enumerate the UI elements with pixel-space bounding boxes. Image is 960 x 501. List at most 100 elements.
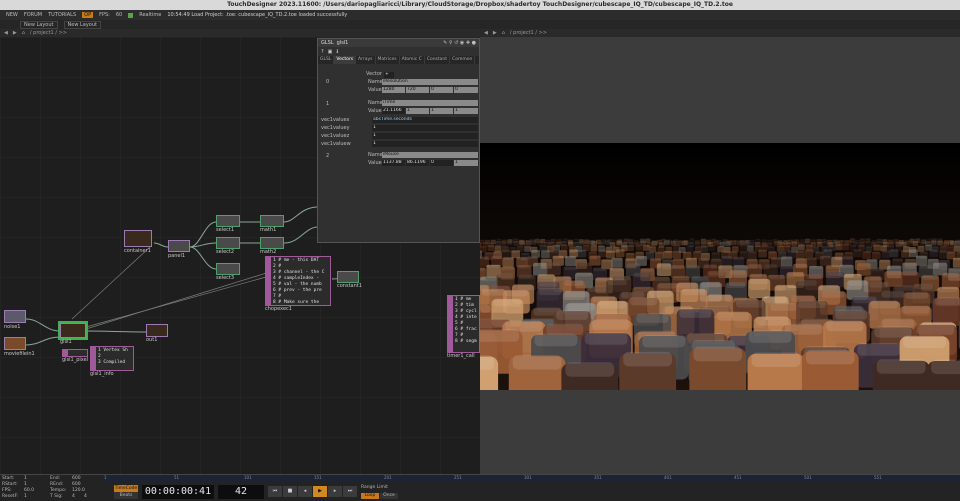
beats-toggle[interactable]: Beats: [114, 492, 138, 499]
vector-add-button[interactable]: +: [384, 72, 394, 78]
home-icon[interactable]: ⌂: [502, 30, 505, 36]
new-layout-button-2[interactable]: New Layout: [63, 20, 101, 29]
vec1valuew-field[interactable]: 1: [372, 141, 478, 147]
rewind-button[interactable]: ⏮: [268, 486, 282, 497]
cube-top: [805, 349, 855, 365]
loop-button[interactable]: Loop: [361, 493, 379, 499]
cube-top: [546, 240, 550, 241]
home-icon[interactable]: ⌂: [22, 30, 25, 36]
left-pane-path[interactable]: / project1 / >>: [30, 30, 67, 36]
cube-top: [622, 242, 628, 244]
tempo-value[interactable]: 120.0: [72, 488, 85, 493]
tab-vectors[interactable]: Vectors: [334, 56, 357, 64]
tab-atomic[interactable]: Atomic C: [400, 56, 425, 64]
cube-top: [556, 310, 589, 320]
vec1valuez-field[interactable]: 1: [372, 133, 478, 139]
help-icon[interactable]: ?: [321, 49, 324, 55]
forward-icon[interactable]: ▶: [13, 30, 17, 36]
menu-forum[interactable]: FORUM: [24, 12, 42, 18]
cube-top: [835, 244, 842, 246]
realtime-checkbox[interactable]: [128, 12, 134, 18]
v2-value-x[interactable]: 1137.88: [382, 160, 405, 166]
start-value[interactable]: 1: [24, 476, 27, 481]
frame-display[interactable]: 42: [218, 485, 264, 499]
cube-top: [664, 250, 672, 254]
vec1valuey-field[interactable]: 1: [372, 125, 478, 131]
tab-matrices[interactable]: Matrices: [376, 56, 400, 64]
ruler-tick: 501: [804, 475, 812, 480]
fps-value-timeline[interactable]: 60.0: [24, 488, 34, 493]
cube-top: [628, 242, 634, 244]
cube-top: [495, 240, 501, 243]
v0-value-w[interactable]: 0: [454, 87, 478, 93]
cube-top: [932, 246, 939, 249]
cube-top: [725, 241, 731, 243]
op-badge[interactable]: OP: [82, 12, 94, 18]
tsig-value[interactable]: 4: [72, 494, 75, 499]
menu-new[interactable]: NEW: [6, 12, 18, 18]
fast-forward-button[interactable]: ⏭: [343, 486, 357, 497]
tab-common[interactable]: Common: [450, 56, 476, 64]
step-back-button[interactable]: ◂: [298, 486, 312, 497]
play-button[interactable]: ▶: [313, 486, 327, 497]
cube-top: [747, 245, 754, 248]
cubescape-render[interactable]: [480, 143, 960, 390]
op-name[interactable]: glsl1: [337, 40, 349, 46]
tab-arrays[interactable]: Arrays: [356, 56, 376, 64]
cube-top: [806, 239, 810, 240]
cube-top: [679, 246, 686, 249]
cube-top: [733, 256, 744, 260]
v1-value-x[interactable]: 21.1166: [382, 108, 405, 114]
parameter-window[interactable]: GLSL glsl1 ✎ ⚲ ↺ ◉ ✚ ● ? ▣ ℹ GLSL Vector…: [317, 38, 480, 243]
stop-button[interactable]: ■: [283, 486, 297, 497]
once-button[interactable]: Once: [380, 493, 398, 499]
timeline-ruler[interactable]: 1 51 101 151 201 251 301 351 401 451 501…: [104, 475, 960, 481]
rend-label: REnd:: [50, 482, 64, 487]
v2-value-z[interactable]: 0: [430, 160, 453, 166]
rend-value[interactable]: 600: [72, 482, 81, 487]
cube-top: [796, 258, 807, 261]
cube-top: [938, 238, 942, 239]
cube-top: [551, 239, 555, 240]
v1-value-w[interactable]: 1: [454, 108, 478, 114]
v2-name-field[interactable]: iMouse: [382, 152, 478, 158]
tsig-value-2[interactable]: 4: [84, 494, 87, 499]
python-icon[interactable]: ▣: [328, 49, 333, 55]
cube-top: [538, 280, 558, 287]
cube-top: [565, 362, 615, 377]
v0-value-x[interactable]: 1280: [382, 87, 405, 93]
v2-value-w[interactable]: 1: [454, 160, 478, 166]
cube-top: [695, 241, 700, 244]
menu-tutorials[interactable]: TUTORIALS: [48, 12, 76, 18]
v1-value-label: Value: [368, 108, 382, 114]
tab-glsl[interactable]: GLSL: [318, 56, 335, 64]
v1-name-field[interactable]: iTime: [382, 100, 478, 106]
right-pane-path[interactable]: / project1 / >>: [510, 30, 547, 36]
cube-top: [679, 308, 712, 318]
timecode-display[interactable]: 00:00:00:41: [142, 485, 214, 499]
reset-value[interactable]: 1: [24, 494, 27, 499]
cube-top: [574, 241, 580, 244]
viewer-pane[interactable]: [480, 37, 960, 474]
v2-value-y[interactable]: 86.1196: [406, 160, 429, 166]
rstart-value[interactable]: 1: [24, 482, 27, 487]
info-icon[interactable]: ℹ: [336, 49, 338, 55]
new-layout-button[interactable]: New Layout: [20, 20, 58, 29]
v0-name-field[interactable]: iResolution: [382, 79, 478, 85]
end-value[interactable]: 600: [72, 476, 81, 481]
v1-value-z[interactable]: 1: [430, 108, 453, 114]
timecode-toggle[interactable]: TimeCode: [114, 485, 138, 492]
vec1value-expression[interactable]: absTime.seconds: [372, 117, 478, 123]
cube-top: [701, 245, 708, 248]
back-icon[interactable]: ◀: [4, 30, 8, 36]
cube-top: [840, 264, 853, 269]
back-icon[interactable]: ◀: [484, 30, 488, 36]
tab-constant[interactable]: Constant: [425, 56, 451, 64]
forward-icon[interactable]: ▶: [493, 30, 497, 36]
v0-value-z[interactable]: 0: [430, 87, 453, 93]
cube-top: [480, 246, 487, 248]
v1-value-y[interactable]: 1: [406, 108, 429, 114]
param-ops-icons[interactable]: ✎ ⚲ ↺ ◉ ✚ ●: [443, 40, 479, 46]
v0-value-y[interactable]: 720: [406, 87, 429, 93]
step-forward-button[interactable]: ▸: [328, 486, 342, 497]
